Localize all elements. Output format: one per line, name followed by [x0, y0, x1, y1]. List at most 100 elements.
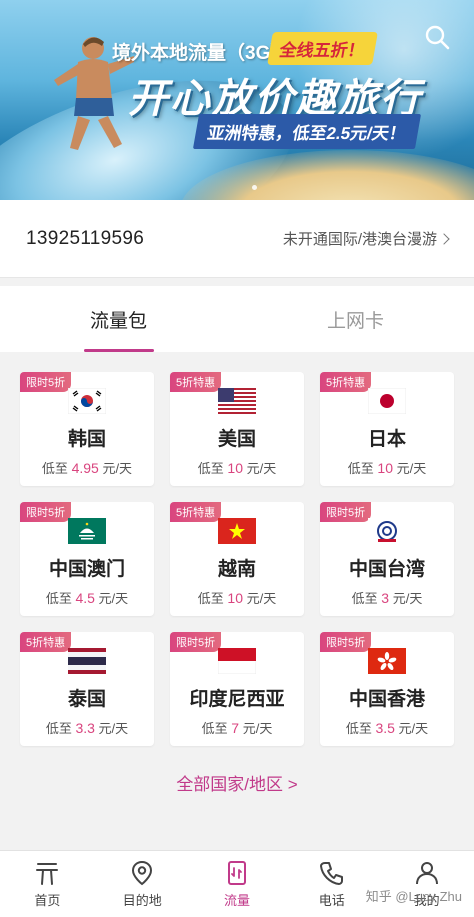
price-suffix: 元/天 [396, 461, 427, 476]
price-line: 低至 4.5 元/天 [20, 588, 154, 607]
nav-label: 电话 [318, 893, 345, 908]
promo-tag: 限时5折 [320, 632, 372, 652]
promo-tag: 5折特惠 [20, 632, 72, 652]
hongkong-flag-icon [368, 648, 406, 674]
price-line: 低至 3 元/天 [320, 588, 454, 607]
price-line: 低至 10 元/天 [170, 458, 304, 477]
search-icon[interactable] [424, 24, 450, 50]
package-card-vietnam[interactable]: 5折特惠 越南 低至 10 元/天 [170, 502, 304, 616]
roaming-status-label: 未开通国际/港澳台漫游 [282, 231, 437, 248]
package-card-usa[interactable]: 5折特惠 美国 低至 10 元/天 [170, 372, 304, 486]
carousel-indicator [252, 185, 257, 190]
promo-tag: 限时5折 [20, 372, 72, 392]
location-pin-icon [132, 860, 153, 886]
price-suffix: 元/天 [98, 721, 129, 736]
price-value: 3 [381, 590, 390, 606]
price-line: 低至 3.3 元/天 [20, 718, 154, 737]
nav-destination[interactable]: 目的地 [95, 851, 190, 917]
price-suffix: 元/天 [246, 461, 277, 476]
package-card-macau[interactable]: 限时5折 中国澳门 低至 4.5 元/天 [20, 502, 154, 616]
price-line: 低至 4.95 元/天 [20, 458, 154, 477]
package-card-korea[interactable]: 限时5折 韩国 低至 4.95 元/天 [20, 372, 154, 486]
price-prefix: 低至 [345, 721, 372, 736]
tab-label: 上网卡 [326, 310, 384, 332]
tab-bar: 流量包 上网卡 [0, 286, 474, 352]
nav-profile[interactable]: 我的 [379, 851, 474, 917]
usa-flag-icon [218, 388, 256, 414]
price-value: 4.5 [75, 590, 95, 606]
phone-icon [319, 862, 343, 885]
data-icon [227, 861, 246, 885]
roaming-status-link[interactable]: 未开通国际/港澳台漫游 [282, 228, 450, 249]
price-value: 3.5 [375, 720, 395, 736]
price-value: 10 [227, 590, 243, 606]
banner-headline-small: 境外本地流量（3G） [112, 43, 290, 64]
chevron-right-icon [438, 232, 450, 245]
country-name: 美国 [217, 429, 256, 450]
country-name: 越南 [217, 559, 256, 580]
promo-tag: 限时5折 [170, 632, 222, 652]
price-suffix: 元/天 [98, 591, 129, 606]
price-line: 低至 10 元/天 [170, 588, 304, 607]
promo-tag: 5折特惠 [170, 372, 222, 392]
nav-phone[interactable]: 电话 [284, 851, 379, 917]
price-prefix: 低至 [201, 721, 228, 736]
price-line: 低至 3.5 元/天 [320, 718, 454, 737]
profile-icon [415, 862, 438, 885]
price-value: 4.95 [71, 460, 99, 476]
price-prefix: 低至 [45, 591, 72, 606]
package-card-taiwan[interactable]: 限时5折 中国台湾 低至 3 元/天 [320, 502, 454, 616]
package-card-indonesia[interactable]: 限时5折 印度尼西亚 低至 7 元/天 [170, 632, 304, 746]
country-name: 中国香港 [348, 689, 425, 710]
price-prefix: 低至 [197, 591, 224, 606]
app-screen: 境外本地流量（3G） 全线五折！ 开心放价趣旅行 亚洲特惠，低至2.5元/天！ … [0, 0, 474, 917]
price-value: 10 [377, 460, 393, 476]
account-row: 13925119596 未开通国际/港澳台漫游 [0, 200, 474, 278]
promo-banner[interactable]: 境外本地流量（3G） 全线五折！ 开心放价趣旅行 亚洲特惠，低至2.5元/天！ [0, 0, 474, 200]
nav-label: 流量 [223, 893, 250, 908]
promo-tag: 5折特惠 [170, 502, 222, 522]
promo-tag: 5折特惠 [320, 372, 372, 392]
country-name: 中国台湾 [348, 559, 425, 580]
country-name: 韩国 [67, 429, 106, 450]
nav-home[interactable]: 首页 [0, 851, 95, 917]
home-icon [36, 863, 59, 885]
price-value: 10 [227, 460, 243, 476]
macau-flag-icon [68, 518, 106, 544]
country-name: 印度尼西亚 [189, 689, 285, 710]
price-suffix: 元/天 [102, 461, 133, 476]
vietnam-flag-icon [218, 518, 256, 544]
korea-flag-icon [68, 388, 106, 414]
phone-number: 13925119596 [26, 227, 145, 249]
nav-label: 目的地 [122, 893, 162, 908]
all-countries-link[interactable]: 全部国家/地区 > [0, 770, 474, 795]
taiwan-emblem-icon [368, 518, 406, 544]
promo-tag: 限时5折 [320, 502, 372, 522]
price-line: 低至 10 元/天 [320, 458, 454, 477]
country-name: 日本 [367, 429, 406, 450]
indonesia-flag-icon [218, 648, 256, 674]
price-suffix: 元/天 [242, 721, 273, 736]
package-card-hongkong[interactable]: 限时5折 中国香港 低至 3.5 元/天 [320, 632, 454, 746]
tab-data-package[interactable]: 流量包 [0, 286, 237, 352]
price-value: 3.3 [75, 720, 95, 736]
package-card-japan[interactable]: 5折特惠 日本 低至 10 元/天 [320, 372, 454, 486]
country-name: 中国澳门 [48, 559, 125, 580]
price-prefix: 低至 [41, 461, 68, 476]
tab-sim-card[interactable]: 上网卡 [237, 286, 474, 352]
japan-flag-icon [368, 388, 406, 414]
nav-data[interactable]: 流量 [190, 851, 285, 917]
country-name: 泰国 [67, 689, 106, 710]
price-prefix: 低至 [197, 461, 224, 476]
nav-label: 我的 [413, 893, 440, 908]
banner-sub-offer: 亚洲特惠，低至2.5元/天！ [192, 114, 422, 149]
price-line: 低至 7 元/天 [170, 718, 304, 737]
price-prefix: 低至 [347, 461, 374, 476]
price-prefix: 低至 [45, 721, 72, 736]
promo-tag: 限时5折 [20, 502, 72, 522]
banner-discount-badge: 全线五折！ [267, 32, 378, 65]
thailand-flag-icon [68, 648, 106, 674]
package-card-thailand[interactable]: 5折特惠 泰国 低至 3.3 元/天 [20, 632, 154, 746]
price-prefix: 低至 [351, 591, 378, 606]
nav-label: 首页 [34, 893, 61, 908]
